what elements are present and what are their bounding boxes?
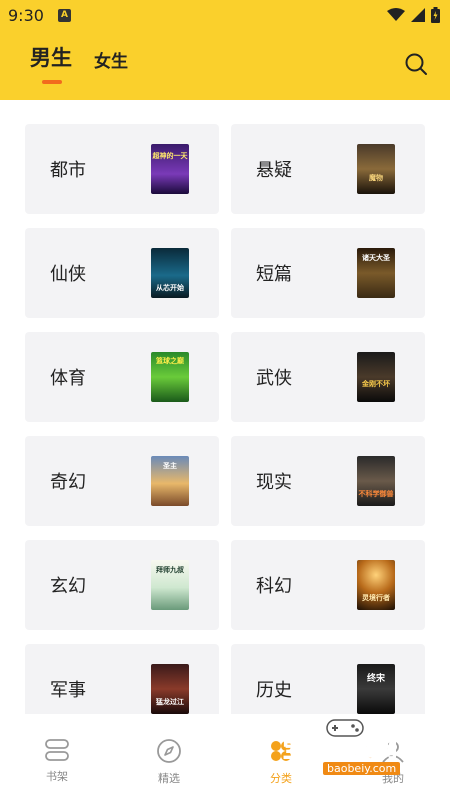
- category-label: 武侠: [256, 368, 292, 389]
- category-label: 体育: [50, 368, 86, 389]
- watermark-url: baobeiy.com: [323, 762, 401, 775]
- cover-title: 终宋: [366, 674, 385, 684]
- category-card-tiyu[interactable]: 体育 篮球之巅: [25, 332, 219, 422]
- book-cover: 篮球之巅: [151, 352, 189, 402]
- book-cover: 圣主: [151, 456, 189, 506]
- book-cover: 诸天大圣: [357, 248, 395, 298]
- cover-title: 圣主: [163, 462, 177, 470]
- category-label: 仙侠: [50, 264, 86, 285]
- cover-title: 金刚不坏: [362, 380, 390, 388]
- watermark: 宝贝游戏网 baobeiy.com: [265, 716, 450, 786]
- battery-icon: [431, 7, 440, 23]
- category-card-qihuan[interactable]: 奇幻 圣主: [25, 436, 219, 526]
- category-label: 短篇: [256, 264, 292, 285]
- status-icons: [387, 7, 440, 23]
- bookshelf-icon: [45, 739, 69, 761]
- tab-female[interactable]: 女生: [94, 47, 128, 72]
- watermark-text: 宝贝游戏网: [282, 738, 399, 764]
- top-header: 9:30 A 男生 女生: [0, 0, 450, 100]
- cover-title: 魔物: [369, 174, 383, 182]
- wifi-icon: [387, 8, 405, 21]
- category-card-lishi[interactable]: 历史 终宋: [231, 644, 425, 714]
- book-cover: 从芯开始: [151, 248, 189, 298]
- category-label: 奇幻: [50, 472, 86, 493]
- nav-bookshelf[interactable]: 书架: [27, 738, 87, 784]
- book-cover: 拜师九叔: [151, 560, 189, 610]
- cover-title: 不科学御兽: [358, 490, 394, 498]
- category-label: 都市: [50, 160, 86, 181]
- cover-title: 从芯开始: [156, 284, 184, 292]
- status-bar: 9:30 A: [0, 0, 450, 32]
- book-cover: 猛龙过江: [151, 664, 189, 714]
- category-card-dushi[interactable]: 都市 超神的一天: [25, 124, 219, 214]
- book-cover: 金刚不坏: [357, 352, 395, 402]
- tab-male[interactable]: 男生: [30, 42, 72, 72]
- category-card-xuanhuan[interactable]: 玄幻 拜师九叔: [25, 540, 219, 630]
- book-cover: 灵境行者: [357, 560, 395, 610]
- cover-title: 篮球之巅: [156, 357, 184, 365]
- nav-featured[interactable]: 精选: [139, 738, 199, 786]
- category-card-xuanyi[interactable]: 悬疑 魔物: [231, 124, 425, 214]
- category-label: 悬疑: [256, 160, 292, 181]
- compass-icon: [157, 739, 181, 763]
- book-cover: 不科学御兽: [357, 456, 395, 506]
- tab-indicator: [42, 80, 62, 84]
- book-cover: 超神的一天: [151, 144, 189, 194]
- category-card-xianxia[interactable]: 仙侠 从芯开始: [25, 228, 219, 318]
- category-grid: 都市 超神的一天 悬疑 魔物 仙侠 从芯开始 短篇 诸天大圣 体育 篮球之巅 武…: [25, 124, 425, 714]
- cover-title: 超神的一天: [152, 152, 188, 160]
- cover-title: 猛龙过江: [156, 698, 184, 706]
- book-cover: 终宋: [357, 664, 395, 714]
- category-label: 玄幻: [50, 576, 86, 597]
- gender-tabs: 男生 女生: [30, 42, 128, 72]
- cover-title: 诸天大圣: [362, 254, 390, 262]
- status-time: 9:30: [8, 6, 44, 25]
- category-card-duanpian[interactable]: 短篇 诸天大圣: [231, 228, 425, 318]
- category-label: 现实: [256, 472, 292, 493]
- category-card-xianshi[interactable]: 现实 不科学御兽: [231, 436, 425, 526]
- app-notification-icon: A: [58, 9, 71, 22]
- category-label: 科幻: [256, 576, 292, 597]
- book-cover: 魔物: [357, 144, 395, 194]
- category-label: 历史: [256, 680, 292, 701]
- cover-title: 拜师九叔: [156, 566, 184, 574]
- nav-label: 精选: [158, 772, 180, 785]
- search-icon[interactable]: [404, 52, 428, 76]
- category-label: 军事: [50, 680, 86, 701]
- category-card-junshi[interactable]: 军事 猛龙过江: [25, 644, 219, 714]
- signal-icon: [411, 8, 425, 22]
- nav-label: 书架: [46, 770, 68, 783]
- category-card-kehuan[interactable]: 科幻 灵境行者: [231, 540, 425, 630]
- cover-title: 灵境行者: [362, 594, 390, 602]
- category-card-wuxia[interactable]: 武侠 金刚不坏: [231, 332, 425, 422]
